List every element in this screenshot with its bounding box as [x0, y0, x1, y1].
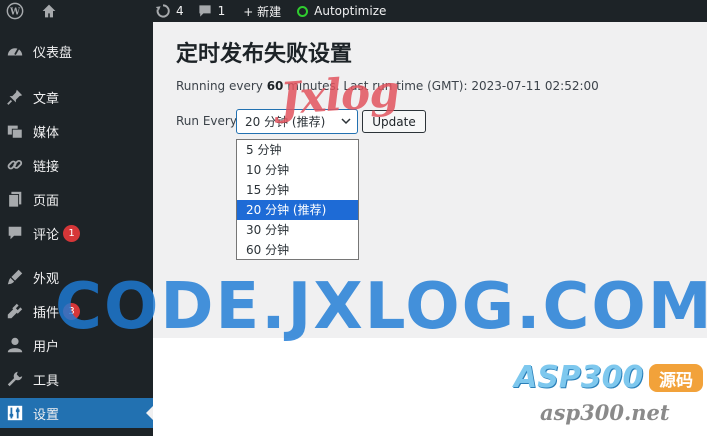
sidebar-item-label: 设置 [33, 407, 60, 423]
interval-option[interactable]: 5 分钟 [237, 140, 358, 160]
sidebar-item-comments[interactable]: 评论 1 [0, 218, 153, 248]
page-icon [5, 189, 25, 209]
sidebar-item-settings[interactable]: 设置 [0, 398, 153, 428]
svg-text:W: W [9, 8, 21, 18]
asp300-watermark: ASP300 [514, 360, 644, 395]
autoptimize-status-icon [297, 5, 309, 17]
asp300-url-watermark: asp300.net [540, 400, 670, 425]
sidebar-item-dashboard[interactable]: 仪表盘 [0, 36, 153, 66]
site-home-button[interactable] [34, 0, 68, 22]
interval-option[interactable]: 10 分钟 [237, 160, 358, 180]
refresh-icon [154, 2, 172, 20]
admin-sidebar: 仪表盘 文章 媒体 链接 页面 评论 1 外观 插件 3 用户 工具 设置 [0, 22, 153, 436]
comment-bubble-icon [196, 2, 214, 20]
wordpress-logo-icon: W [6, 2, 24, 20]
sidebar-item-label: 链接 [33, 159, 60, 175]
wordpress-logo-button[interactable]: W [0, 0, 34, 22]
comment-icon [5, 223, 25, 243]
interval-option[interactable]: 15 分钟 [237, 180, 358, 200]
sidebar-item-links[interactable]: 链接 [0, 150, 153, 180]
comments-count: 1 [217, 4, 226, 18]
plugin-icon [5, 301, 25, 321]
new-content-label: + 新建 [243, 4, 282, 19]
page-title: 定时发布失败设置 [176, 42, 353, 67]
sidebar-item-media[interactable]: 媒体 [0, 116, 153, 146]
comments-badge: 1 [63, 224, 81, 242]
interval-dropdown-list: 5 分钟 10 分钟 15 分钟 20 分钟 (推荐) 30 分钟 60 分钟 [236, 139, 359, 260]
autoptimize-label: Autoptimize [314, 4, 387, 18]
admin-bar: W 4 1 + 新建 Autoptimize [0, 0, 707, 22]
link-icon [5, 155, 25, 175]
sidebar-item-label: 媒体 [33, 125, 60, 141]
home-icon [40, 2, 58, 20]
sidebar-item-pages[interactable]: 页面 [0, 184, 153, 214]
run-every-label: Run Every [176, 114, 237, 128]
new-content-button[interactable]: + 新建 [237, 0, 287, 22]
interval-option-selected[interactable]: 20 分钟 (推荐) [237, 200, 358, 220]
updates-count: 4 [176, 4, 184, 18]
yuanma-badge: 源码 [649, 364, 703, 392]
interval-option[interactable]: 60 分钟 [237, 240, 358, 260]
user-icon [5, 335, 25, 355]
sidebar-item-label: 页面 [33, 193, 60, 209]
dashboard-icon [5, 41, 25, 61]
autoptimize-button[interactable]: Autoptimize [291, 0, 392, 22]
comments-button[interactable]: 1 [190, 0, 232, 22]
current-menu-indicator [146, 406, 153, 420]
tools-icon [5, 369, 25, 389]
sidebar-item-label: 仪表盘 [33, 45, 73, 61]
sidebar-item-posts[interactable]: 文章 [0, 82, 153, 112]
jxlog-watermark: Jxlog [278, 65, 401, 126]
sidebar-item-label: 工具 [33, 373, 60, 389]
sidebar-item-label: 文章 [33, 91, 60, 107]
code-jxlog-watermark: CODE.JXLOG.COM [55, 270, 707, 344]
sidebar-item-tools[interactable]: 工具 [0, 364, 153, 394]
interval-option[interactable]: 30 分钟 [237, 220, 358, 240]
appearance-icon [5, 267, 25, 287]
settings-icon [5, 403, 25, 423]
sidebar-item-label: 评论 [33, 227, 60, 243]
media-icon [5, 121, 25, 141]
pin-icon [5, 87, 25, 107]
updates-button[interactable]: 4 [148, 0, 190, 22]
